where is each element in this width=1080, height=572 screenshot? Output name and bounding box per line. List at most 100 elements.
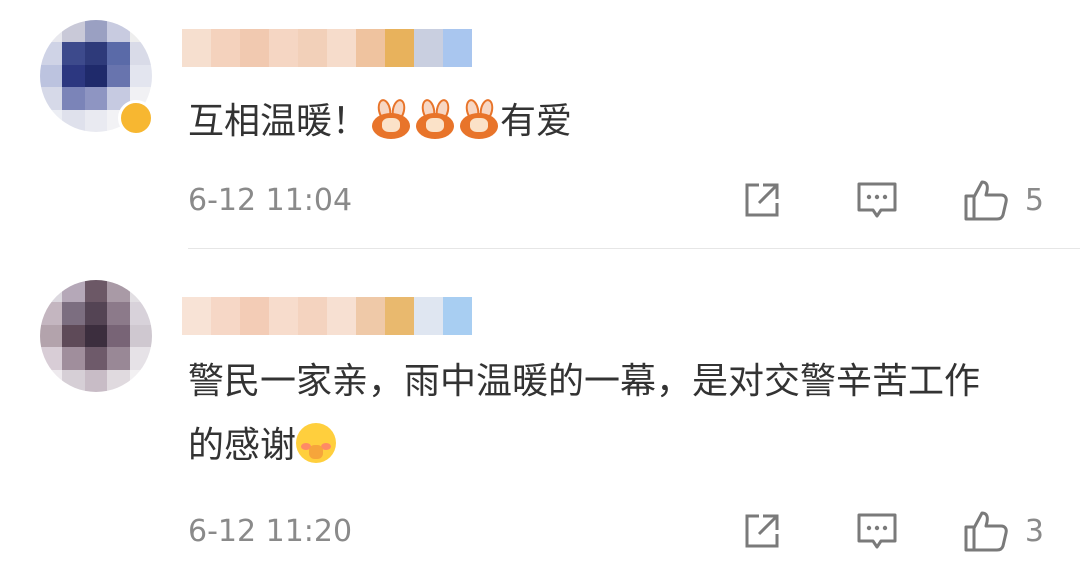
mosaic-tile (414, 29, 443, 67)
mosaic-tile (356, 297, 385, 335)
share-button[interactable] (741, 510, 783, 552)
mosaic-tile (443, 297, 472, 335)
comment-time: 6-12 11:20 (188, 513, 353, 549)
mosaic-tile (211, 297, 240, 335)
mosaic-tile (327, 297, 356, 335)
mosaic-tile (62, 20, 85, 43)
mosaic-tile (298, 297, 327, 335)
mosaic-tile (40, 42, 63, 65)
mosaic-tile (62, 87, 85, 110)
mosaic-tile (298, 29, 327, 67)
mosaic-tile (107, 369, 130, 392)
share-icon (745, 183, 779, 217)
mosaic-tile (107, 20, 130, 43)
mosaic-tile (84, 324, 108, 348)
mosaic-tile (107, 64, 130, 88)
mosaic-tile (84, 64, 108, 88)
divider (188, 248, 1080, 249)
mosaic-tile (62, 64, 85, 88)
mosaic-tile (84, 87, 108, 110)
rabbit-heart-emoji (368, 97, 412, 139)
like-count: 5 (1024, 182, 1044, 218)
mosaic-tile (129, 20, 152, 43)
mosaic-tile (129, 64, 152, 88)
reply-button[interactable] (855, 179, 899, 221)
rabbit-heart-emoji (412, 97, 456, 139)
mosaic-tile (211, 29, 240, 67)
mosaic-tile (84, 42, 108, 65)
comment-item: 互相温暖！ 有爱 6-12 11:04 5 (0, 0, 1080, 250)
like-count: 3 (1024, 513, 1044, 549)
mosaic-tile (84, 20, 108, 43)
comment-meta: 6-12 11:20 3 (188, 509, 1044, 553)
mosaic-tile (84, 347, 108, 370)
mosaic-tile (62, 109, 85, 132)
mosaic-tile (414, 297, 443, 335)
mosaic-tile (129, 42, 152, 65)
comment-time: 6-12 11:04 (188, 182, 353, 218)
mosaic-tile (107, 302, 130, 325)
like-button[interactable]: 5 (963, 178, 1044, 222)
mosaic-tile (107, 347, 130, 370)
mosaic-tile (129, 369, 152, 392)
mosaic-tile (40, 302, 63, 325)
mosaic-tile (182, 297, 211, 335)
verified-badge-icon (118, 100, 154, 136)
mosaic-tile (107, 324, 130, 348)
mosaic-tile (62, 42, 85, 65)
mosaic-tile (129, 347, 152, 370)
comment-text: 互相温暖！ 有爱 (188, 90, 1010, 154)
avatar-mosaic (40, 280, 152, 392)
comment-text: 警民一家亲，雨中温暖的一幕，是对交警辛苦工作的感谢 (188, 350, 1010, 478)
reply-button[interactable] (855, 510, 899, 552)
comment-icon (857, 513, 897, 549)
mosaic-tile (269, 297, 298, 335)
blush-emoji (296, 423, 337, 463)
mosaic-tile (40, 369, 63, 392)
mosaic-tile (62, 369, 85, 392)
mosaic-tile (129, 324, 152, 348)
mosaic-tile (62, 324, 85, 348)
mosaic-tile (40, 64, 63, 88)
mosaic-tile (40, 109, 63, 132)
thumbs-up-icon (964, 511, 1008, 552)
mosaic-tile (40, 280, 63, 303)
share-icon (745, 514, 779, 548)
comment-icon (857, 182, 897, 218)
thumbs-up-icon (964, 180, 1008, 221)
mosaic-tile (385, 29, 414, 67)
nickname-mosaic[interactable] (182, 297, 472, 335)
comment-actions: 3 (741, 509, 1044, 553)
mosaic-tile (84, 302, 108, 325)
rabbit-heart-emoji (456, 97, 500, 139)
mosaic-tile (84, 109, 108, 132)
mosaic-tile (356, 29, 385, 67)
mosaic-tile (240, 297, 269, 335)
mosaic-tile (385, 297, 414, 335)
mosaic-tile (62, 347, 85, 370)
mosaic-tile (84, 280, 108, 303)
mosaic-tile (107, 42, 130, 65)
mosaic-tile (62, 280, 85, 303)
mosaic-tile (62, 302, 85, 325)
mosaic-tile (40, 324, 63, 348)
share-button[interactable] (741, 179, 783, 221)
mosaic-tile (40, 347, 63, 370)
comment-text-part: 有爱 (500, 101, 573, 142)
mosaic-tile (240, 29, 269, 67)
mosaic-tile (40, 87, 63, 110)
mosaic-tile (129, 280, 152, 303)
mosaic-tile (327, 29, 356, 67)
comment-text-part: 互相温暖！ (188, 101, 369, 142)
mosaic-tile (107, 280, 130, 303)
mosaic-tile (269, 29, 298, 67)
comment-item: 警民一家亲，雨中温暖的一幕，是对交警辛苦工作的感谢 6-12 11:20 3 (0, 250, 1080, 572)
mosaic-tile (40, 20, 63, 43)
comment-actions: 5 (741, 178, 1044, 222)
mosaic-tile (443, 29, 472, 67)
mosaic-tile (84, 369, 108, 392)
mosaic-tile (182, 29, 211, 67)
avatar[interactable] (40, 280, 152, 392)
nickname-mosaic[interactable] (182, 29, 472, 67)
like-button[interactable]: 3 (963, 509, 1044, 553)
